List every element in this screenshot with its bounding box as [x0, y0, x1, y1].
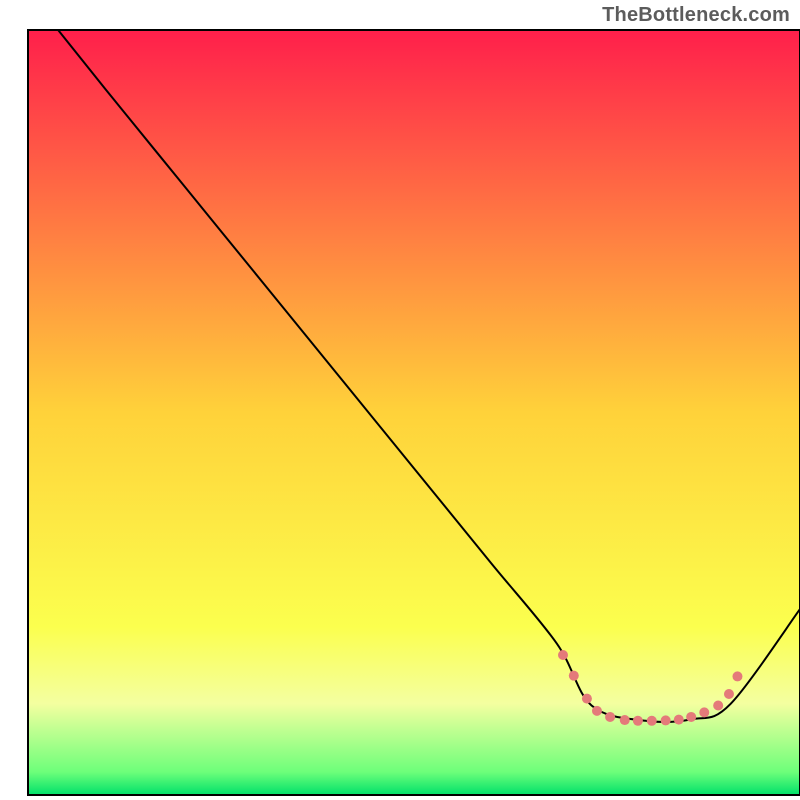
marker-dot [569, 671, 579, 681]
marker-dot [647, 716, 657, 726]
marker-dot [713, 700, 723, 710]
marker-dot [605, 712, 615, 722]
marker-dot [674, 715, 684, 725]
marker-dot [686, 712, 696, 722]
marker-dot [620, 715, 630, 725]
marker-dot [582, 694, 592, 704]
marker-dot [732, 671, 742, 681]
marker-dot [558, 650, 568, 660]
marker-dot [633, 716, 643, 726]
marker-dot [592, 706, 602, 716]
watermark-text: TheBottleneck.com [602, 4, 790, 27]
chart-container: TheBottleneck.com [0, 0, 800, 800]
marker-dot [661, 715, 671, 725]
gradient-background [28, 30, 800, 795]
marker-dot [724, 689, 734, 699]
marker-dot [699, 707, 709, 717]
chart-svg [0, 0, 800, 800]
